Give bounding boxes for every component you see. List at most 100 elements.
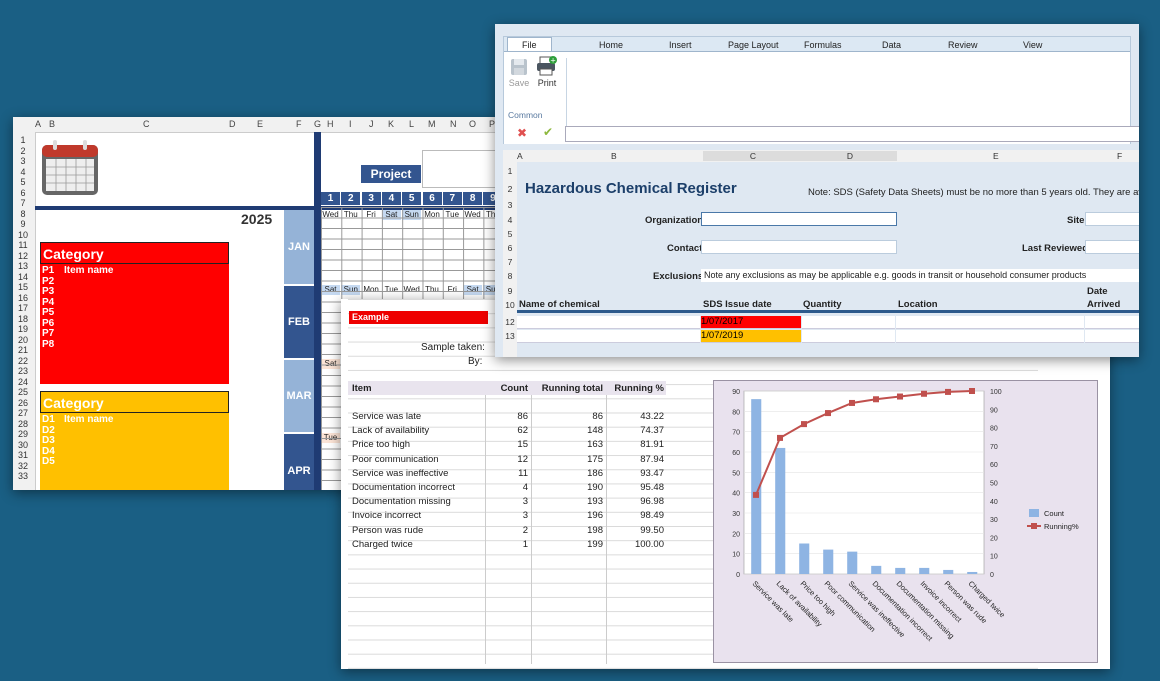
row-header[interactable]: 28 bbox=[13, 419, 33, 429]
row-header[interactable]: 8 bbox=[503, 271, 517, 281]
tab-data[interactable]: Data bbox=[882, 40, 901, 50]
category-item[interactable]: P3 bbox=[42, 286, 229, 298]
row-header[interactable]: 6 bbox=[503, 243, 517, 253]
col-header[interactable]: B bbox=[49, 119, 55, 129]
col-header[interactable]: I bbox=[349, 119, 352, 129]
last-reviewed-field[interactable] bbox=[1085, 240, 1139, 254]
row-header[interactable]: 26 bbox=[13, 398, 33, 408]
line-point[interactable] bbox=[753, 491, 759, 498]
table-row[interactable]: Documentation incorrect 4 190 95.48 bbox=[348, 481, 666, 495]
col-header[interactable]: B bbox=[611, 151, 617, 161]
col-header[interactable]: M bbox=[428, 119, 436, 129]
table-cell[interactable] bbox=[1085, 330, 1139, 343]
col-header[interactable]: J bbox=[369, 119, 374, 129]
line-point[interactable] bbox=[825, 410, 831, 417]
category-item[interactable]: P7 bbox=[42, 328, 229, 340]
confirm-icon[interactable]: ✔ bbox=[543, 125, 553, 139]
row-header[interactable]: 1 bbox=[13, 135, 33, 145]
table-row[interactable]: Price too high 15 163 81.91 bbox=[348, 438, 666, 452]
category-item[interactable]: P2 bbox=[42, 276, 229, 288]
table-row[interactable]: Service was late 86 86 43.22 bbox=[348, 410, 666, 424]
bar[interactable] bbox=[895, 567, 906, 574]
table-row[interactable]: Service was ineffective 11 186 93.47 bbox=[348, 467, 666, 481]
row-header[interactable]: 17 bbox=[13, 303, 33, 313]
line-point[interactable] bbox=[801, 421, 807, 428]
line-point[interactable] bbox=[969, 388, 975, 394]
table-cell[interactable] bbox=[802, 316, 895, 329]
category-item[interactable]: P4 bbox=[42, 297, 229, 309]
line-point[interactable] bbox=[849, 399, 855, 406]
row-header[interactable]: 23 bbox=[13, 366, 33, 376]
tab-home[interactable]: Home bbox=[599, 40, 623, 50]
bar[interactable] bbox=[967, 571, 978, 574]
row-header[interactable]: 4 bbox=[13, 167, 33, 177]
row-header[interactable]: 9 bbox=[13, 219, 33, 229]
col-header[interactable]: L bbox=[409, 119, 414, 129]
tab-review[interactable]: Review bbox=[948, 40, 978, 50]
bar[interactable] bbox=[919, 567, 930, 574]
tab-insert[interactable]: Insert bbox=[669, 40, 692, 50]
row-header[interactable]: 25 bbox=[13, 387, 33, 397]
line-point[interactable] bbox=[945, 388, 951, 395]
table-cell[interactable] bbox=[517, 316, 700, 329]
category-item[interactable]: D3 bbox=[42, 435, 229, 447]
category-item[interactable]: P8 bbox=[42, 339, 229, 351]
table-cell[interactable] bbox=[896, 330, 1084, 343]
category-item[interactable]: P6 bbox=[42, 318, 229, 330]
row-header[interactable]: 4 bbox=[503, 215, 517, 225]
category-item[interactable]: D4 bbox=[42, 446, 229, 458]
category-title[interactable]: Category bbox=[40, 242, 229, 264]
line-point[interactable] bbox=[777, 434, 783, 441]
bar[interactable] bbox=[943, 569, 954, 574]
category-item[interactable]: D1 Item name bbox=[42, 414, 229, 426]
line-point[interactable] bbox=[873, 396, 879, 403]
row-header[interactable]: 3 bbox=[13, 156, 33, 166]
row-header[interactable]: 10 bbox=[13, 230, 33, 240]
bar[interactable] bbox=[847, 551, 858, 574]
row-header[interactable]: 19 bbox=[13, 324, 33, 334]
row-header[interactable]: 15 bbox=[13, 282, 33, 292]
col-header[interactable]: G bbox=[314, 119, 321, 129]
row-header[interactable]: 11 bbox=[13, 240, 33, 250]
row-header[interactable]: 2 bbox=[13, 146, 33, 156]
col-header[interactable]: N bbox=[450, 119, 457, 129]
row-header[interactable]: 2 bbox=[503, 184, 517, 194]
row-header[interactable]: 13 bbox=[503, 331, 517, 341]
row-header[interactable]: 29 bbox=[13, 429, 33, 439]
row-header[interactable]: 21 bbox=[13, 345, 33, 355]
category-item[interactable]: P1 Item name bbox=[42, 265, 229, 277]
col-header[interactable]: F bbox=[296, 119, 302, 129]
col-header[interactable]: D bbox=[229, 119, 236, 129]
col-header[interactable]: A bbox=[517, 151, 523, 161]
col-header[interactable]: C bbox=[703, 151, 803, 161]
row-header[interactable]: 5 bbox=[13, 177, 33, 187]
row-header[interactable]: 20 bbox=[13, 335, 33, 345]
row-header[interactable]: 33 bbox=[13, 471, 33, 481]
col-header[interactable]: E bbox=[257, 119, 263, 129]
category-title[interactable]: Category bbox=[40, 391, 229, 413]
table-cell[interactable] bbox=[1085, 316, 1139, 329]
col-header[interactable]: D bbox=[803, 151, 897, 161]
category-item[interactable]: D5 bbox=[42, 456, 229, 468]
bar[interactable] bbox=[799, 543, 810, 575]
col-header[interactable]: E bbox=[993, 151, 999, 161]
table-cell[interactable] bbox=[802, 330, 895, 343]
tab-file[interactable]: File bbox=[507, 37, 552, 52]
table-row[interactable]: Charged twice 1 199 100.00 bbox=[348, 538, 666, 552]
bar[interactable] bbox=[775, 447, 786, 574]
row-header[interactable]: 13 bbox=[13, 261, 33, 271]
col-header[interactable]: O bbox=[469, 119, 476, 129]
table-cell[interactable] bbox=[896, 316, 1084, 329]
row-header[interactable]: 18 bbox=[13, 314, 33, 324]
cancel-icon[interactable]: ✖ bbox=[517, 126, 527, 140]
contact-field[interactable] bbox=[701, 240, 897, 254]
row-header[interactable]: 30 bbox=[13, 440, 33, 450]
row-header[interactable]: 1 bbox=[503, 166, 517, 176]
row-header[interactable]: 24 bbox=[13, 377, 33, 387]
category-item[interactable]: D2 bbox=[42, 425, 229, 437]
col-header[interactable]: A bbox=[35, 119, 41, 129]
row-header[interactable]: 3 bbox=[503, 200, 517, 210]
col-header[interactable]: C bbox=[143, 119, 150, 129]
table-row[interactable]: Person was rude 2 198 99.50 bbox=[348, 524, 666, 538]
row-header[interactable]: 6 bbox=[13, 188, 33, 198]
